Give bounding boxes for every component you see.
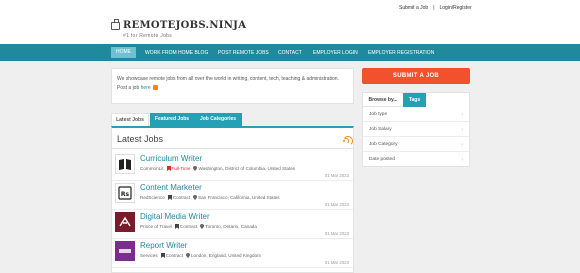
nav-employer-login[interactable]: EMPLOYER LOGIN <box>313 48 358 59</box>
company-logo <box>115 154 135 174</box>
job-date: 01 Mar 2023 <box>324 173 349 178</box>
filter-date-posted[interactable]: Date posted › <box>363 152 469 167</box>
tab-browse-by[interactable]: Browse by... <box>363 93 403 107</box>
top-header: REMOTEJOBS.NINJA #1 for Remote Jobs Subm… <box>0 0 580 44</box>
nav-contact[interactable]: CONTACT <box>278 48 302 59</box>
company-name: RedScience <box>140 195 165 200</box>
link-separator: | <box>433 5 435 11</box>
nav-home[interactable]: HOME <box>111 47 136 58</box>
chevron-right-icon: › <box>461 112 463 118</box>
bookmark-icon <box>160 253 165 258</box>
job-title[interactable]: Digital Media Writer <box>140 212 210 221</box>
company-logo <box>115 212 135 232</box>
logo-tagline: #1 for Remote Jobs <box>123 33 173 39</box>
job-type: Contract <box>172 195 191 200</box>
filter-job-type[interactable]: Job type › <box>363 107 469 122</box>
tab-tags[interactable]: Tags <box>403 93 426 107</box>
nav-blog[interactable]: WORK FROM HOME BLOG <box>145 48 208 59</box>
company-name: Prince of Travel <box>140 224 172 229</box>
submit-job-link[interactable]: Submit a Job <box>399 5 428 11</box>
job-date: 01 Mar 2023 <box>324 231 349 236</box>
job-row[interactable]: Curriculum Writer CommonLit Full-Time Wash… <box>112 152 353 181</box>
job-date: 01 Mar 2023 <box>324 260 349 265</box>
nav-employer-registration[interactable]: EMPLOYER REGISTRATION <box>368 48 434 59</box>
svg-text:Rs: Rs <box>121 191 130 198</box>
job-location: London, England, United Kingdom <box>191 253 261 258</box>
map-pin-icon <box>193 195 198 200</box>
chevron-right-icon: › <box>461 127 463 133</box>
logo-text: REMOTEJOBS.NINJA <box>123 20 247 31</box>
job-title[interactable]: Report Writer <box>140 241 187 250</box>
submit-job-button[interactable]: SUBMIT A JOB <box>362 68 470 84</box>
rss-icon[interactable] <box>343 136 353 146</box>
filter-job-salary[interactable]: Job Salary › <box>363 122 469 137</box>
company-logo <box>115 241 135 261</box>
job-row[interactable]: Report Writer Services Contract London, En… <box>112 239 353 268</box>
job-row[interactable]: Rs Content Marketer RedScience Contract Sa… <box>112 181 353 210</box>
job-title[interactable]: Curriculum Writer <box>140 154 202 163</box>
job-type: Contract <box>179 224 198 229</box>
job-location: Washington, District of Columbia, United… <box>198 166 296 171</box>
job-location: Toronto, Ontario, Canada <box>205 224 257 229</box>
company-name: CommonLit <box>140 166 164 171</box>
job-title[interactable]: Content Marketer <box>140 183 202 192</box>
company-name: Services <box>140 253 158 258</box>
job-meta: CommonLit Full-Time Washington, District o… <box>140 166 295 171</box>
job-type: Contract <box>165 253 183 258</box>
filter-job-category[interactable]: Job Category › <box>363 137 469 152</box>
tab-latest-jobs[interactable]: Latest Jobs <box>111 113 149 126</box>
latest-jobs-panel: Latest Jobs Curriculum Writer CommonLit F… <box>111 126 354 273</box>
job-meta: RedScience Contract San Francisco, Califor… <box>140 195 280 200</box>
chevron-right-icon: › <box>461 142 463 148</box>
divider <box>112 148 353 149</box>
chevron-right-icon: › <box>461 157 463 163</box>
job-meta: Prince of Travel Contract Toronto, Ontario… <box>140 224 257 229</box>
filter-label: Job Category <box>369 142 398 147</box>
job-row[interactable]: Digital Media Writer Prince of Travel Con… <box>112 210 353 239</box>
company-logo: Rs <box>115 183 135 203</box>
filter-label: Date posted <box>369 157 395 162</box>
briefcase-icon <box>111 19 120 30</box>
post-job-link[interactable]: here <box>141 85 151 91</box>
main-nav: HOME WORK FROM HOME BLOG POST REMOTE JOB… <box>0 44 580 61</box>
map-pin-icon <box>186 253 190 258</box>
job-location: San Francisco, California, United States <box>198 195 280 200</box>
filter-label: Job type <box>369 112 388 117</box>
map-pin-icon <box>193 166 198 171</box>
bookmark-icon <box>167 195 172 200</box>
top-links: Submit a Job | Login/Register <box>399 5 472 11</box>
panel-title: Latest Jobs <box>117 134 164 144</box>
browse-panel: Browse by... Tags Job type › Job Salary › … <box>362 92 470 167</box>
intro-box: We showcase remote jobs from all over th… <box>111 68 354 104</box>
rss-icon <box>152 85 158 90</box>
job-date: 01 Mar 2023 <box>324 202 349 207</box>
map-pin-icon <box>200 224 205 229</box>
job-meta: Services Contract London, England, United … <box>140 253 261 258</box>
bookmark-icon <box>166 166 171 171</box>
tab-featured-jobs[interactable]: Featured Jobs <box>150 113 194 126</box>
nav-post-jobs[interactable]: POST REMOTE JOBS <box>218 48 269 59</box>
login-register-link[interactable]: Login/Register <box>440 5 472 11</box>
filter-label: Job Salary <box>369 127 392 132</box>
job-type: Full-Time <box>171 166 191 171</box>
bookmark-icon <box>174 224 179 229</box>
tab-job-categories[interactable]: Job Categories <box>194 113 242 126</box>
